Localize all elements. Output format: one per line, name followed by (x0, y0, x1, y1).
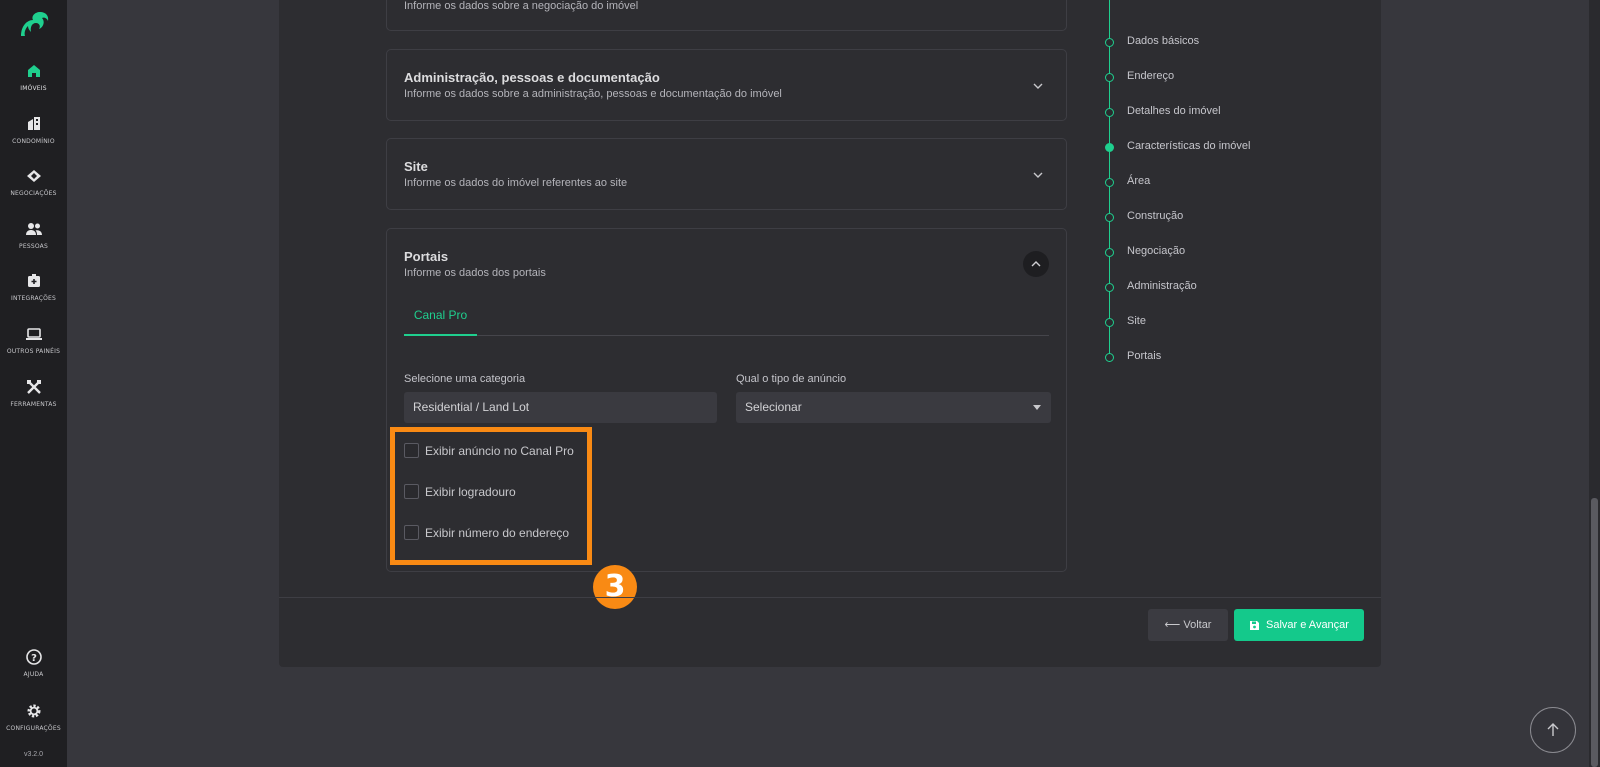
save-label: Salvar e Avançar (1266, 619, 1349, 631)
timeline-step-label: Área (1127, 175, 1151, 187)
nav-condominio[interactable]: Condomínio (0, 115, 67, 145)
dropdown-arrow-icon (1033, 405, 1041, 410)
timeline-step-label: Dados básicos (1127, 35, 1200, 47)
nav-negociacoes[interactable]: Negociações (0, 167, 67, 197)
footer-divider (279, 597, 1381, 598)
nav-configuracoes[interactable]: Configurações (0, 702, 67, 732)
timeline-dot (1105, 38, 1114, 47)
section-subtitle: Informe os dados sobre a administração, … (404, 88, 782, 100)
annotation-highlight-box (390, 427, 592, 565)
scrollbar[interactable] (1589, 0, 1600, 767)
back-label: Voltar (1183, 619, 1212, 631)
timeline-step-label: Características do imóvel (1127, 140, 1251, 152)
timeline-step-label: Negociação (1127, 245, 1186, 257)
building-icon (27, 117, 40, 130)
timeline-dot (1105, 353, 1114, 362)
laptop-icon (25, 328, 42, 340)
nav-ajuda[interactable]: ? Ajuda (0, 648, 67, 678)
nav-label: Negociações (10, 190, 57, 197)
ad-type-value: Selecionar (745, 400, 802, 414)
nav-label: Pessoas (19, 243, 48, 250)
timeline-dot (1105, 143, 1114, 152)
timeline-step-label: Construção (1127, 210, 1184, 222)
annotation-step-badge: 3 (593, 565, 637, 609)
people-icon (25, 223, 42, 235)
sidebar: Imóveis Condomínio Negociações Pessoas I… (0, 0, 67, 767)
chevron-up-icon (1031, 261, 1041, 267)
timeline-dot (1105, 248, 1114, 257)
arrow-left-icon: ⟵ (1164, 619, 1184, 631)
nav-label: Ajuda (23, 671, 44, 678)
chevron-down-icon[interactable] (1032, 169, 1044, 181)
section-title: Portais (404, 249, 449, 264)
timeline-step-label: Portais (1127, 350, 1162, 362)
timeline-dot (1105, 108, 1114, 117)
section-subtitle: Informe os dados sobre a negociação do i… (404, 0, 639, 12)
category-input[interactable]: Residential / Land Lot (404, 392, 717, 423)
tab-bar-divider (404, 335, 1049, 336)
tools-icon (26, 380, 41, 394)
category-label: Selecione uma categoria (404, 373, 526, 385)
section-subtitle: Informe os dados dos portais (404, 267, 546, 279)
nav-label: Condomínio (12, 138, 55, 145)
help-icon: ? (25, 649, 42, 665)
timeline-dot (1105, 318, 1114, 327)
ad-type-label: Qual o tipo de anúncio (736, 373, 847, 385)
progress-timeline: Dados básicos Endereço Detalhes do imóvel C… (1103, 0, 1303, 380)
nav-pessoas[interactable]: Pessoas (0, 220, 67, 250)
section-title: Site (404, 159, 428, 174)
timeline-step-label: Detalhes do imóvel (1127, 105, 1221, 117)
nav-label: Ferramentas (10, 401, 57, 408)
tab-canal-pro[interactable]: Canal Pro (404, 308, 477, 322)
back-button[interactable]: ⟵ Voltar (1148, 609, 1228, 641)
save-and-next-button[interactable]: Salvar e Avançar (1234, 609, 1364, 641)
timeline-dot (1105, 73, 1114, 82)
gear-icon (27, 704, 40, 718)
nav-label: Integrações (11, 295, 56, 302)
section-site[interactable]: Site Informe os dados do imóvel referent… (386, 138, 1067, 210)
timeline-step-label: Endereço (1127, 70, 1175, 82)
nav-ferramentas[interactable]: Ferramentas (0, 378, 67, 408)
section-subtitle: Informe os dados do imóvel referentes ao… (404, 177, 628, 189)
home-icon (27, 65, 40, 77)
section-negociacao[interactable]: Informe os dados sobre a negociação do i… (386, 0, 1067, 31)
timeline-dot (1105, 283, 1114, 292)
timeline-step-label: Administração (1127, 280, 1197, 292)
timeline-dot (1105, 178, 1114, 187)
timeline-dot (1105, 213, 1114, 222)
timeline-step-label: Site (1127, 315, 1146, 327)
arrow-up-icon (1547, 723, 1559, 736)
chevron-down-icon[interactable] (1032, 80, 1044, 92)
nav-label: Outros painéis (6, 348, 61, 355)
ad-type-select[interactable]: Selecionar (736, 392, 1051, 423)
section-administracao[interactable]: Administração, pessoas e documentação In… (386, 49, 1067, 121)
nav-outros-paineis[interactable]: Outros painéis (0, 325, 67, 355)
nav-imoveis[interactable]: Imóveis (0, 62, 67, 92)
section-title: Administração, pessoas e documentação (404, 70, 660, 85)
collapse-button[interactable] (1023, 251, 1049, 277)
nav-label: Imóveis (20, 85, 47, 92)
integration-icon (27, 274, 40, 287)
app-logo[interactable] (17, 10, 50, 38)
handshake-icon (26, 170, 41, 182)
app-version: v3.2.0 (23, 751, 44, 758)
scroll-to-top-button[interactable] (1530, 707, 1576, 753)
svg-text:?: ? (31, 653, 37, 664)
nav-label: Configurações (6, 725, 61, 732)
nav-integracoes[interactable]: Integrações (0, 272, 67, 302)
tab-active-indicator (404, 334, 477, 336)
scrollbar-thumb[interactable] (1591, 498, 1598, 767)
save-icon (1250, 621, 1259, 630)
